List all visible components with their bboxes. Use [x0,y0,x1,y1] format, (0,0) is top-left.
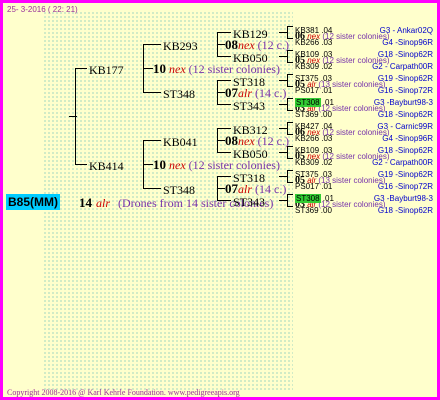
root-race: alr [96,196,111,210]
connector-level4 [287,50,293,51]
connector-level4 [287,122,293,123]
connector-level1-vertical [143,140,144,189]
level3-node: KB129 [233,26,268,42]
level3-id: ST318 [233,75,266,89]
connector-level3 [217,200,231,201]
level4-location-text: G18 -Sinop62R [377,206,433,215]
level1-id: KB414 [89,159,124,173]
date-stamp: 25- 3-2016 ( 22: 21) [7,5,78,14]
connector-level2 [143,140,161,141]
connector-level1 [75,164,87,165]
connector-level3 [217,56,231,57]
level4-number: .00 [318,206,332,215]
connector-level2-vertical [217,32,218,57]
level3-id: KB129 [233,27,268,41]
connector-level1-right [143,164,153,165]
connector-level2-right [217,44,225,45]
connector-level3-right [279,104,287,105]
connector-level3 [217,104,231,105]
level3-node: KB312 [233,122,268,138]
connector-level2-vertical [217,128,218,153]
level3-node: ST318 [233,74,265,90]
level3-id: KB050 [233,51,268,65]
connector-level2-vertical [217,176,218,201]
level2-id: KB293 [163,39,198,53]
root-queen-id[interactable]: B85(MM) [6,194,60,210]
level3-id: KB050 [233,147,268,161]
level3-id: ST343 [233,99,266,113]
level3-node: KB050 [233,146,268,162]
level3-node: ST343 [233,98,265,114]
level2-node: KB041 [163,134,198,150]
level3-id: KB312 [233,123,268,137]
connector-level2-right [217,188,225,189]
connector-level4 [287,170,293,171]
pedigree-frame: 25- 3-2016 ( 22: 21) B85(MM) 14 alr (Dro… [0,0,440,400]
connector-level3-right [279,152,287,153]
connector-level4 [287,110,293,111]
connector-level3 [217,32,231,33]
level4-node: ST369 .00 [295,201,332,217]
copyright: Copyright 2008-2016 @ Karl Kehrle Founda… [7,388,240,397]
connector-level4 [287,38,293,39]
level3-node: KB050 [233,50,268,66]
connector-level2-right [217,92,225,93]
connector-level3-right [279,176,287,177]
connector-level4 [287,86,293,87]
connector-level3 [217,152,231,153]
level1-count: 10 [153,61,166,76]
connector-level3 [217,128,231,129]
level2-id: ST348 [163,87,196,101]
connector-level2-right [217,140,225,141]
connector-level4 [287,134,293,135]
connector-level3-right [279,32,287,33]
level3-node: ST343 [233,194,265,210]
connector-level1-vertical [143,44,144,93]
level3-id: ST318 [233,171,266,185]
connector-level3-right [279,128,287,129]
level2-id: KB041 [163,135,198,149]
level2-node: ST348 [163,182,195,198]
connector-level2 [143,92,161,93]
level1-race: nex [166,62,186,76]
connector-level4 [287,74,293,75]
level2-id: ST348 [163,183,196,197]
connector-level4 [287,146,293,147]
level1-node: KB414 [89,158,124,174]
level2-node: KB293 [163,38,198,54]
connector-level3 [217,176,231,177]
connector-level3 [217,80,231,81]
connector-level1-right [143,68,153,69]
connector-level4 [287,206,293,207]
connector-level3-right [279,56,287,57]
connector-level2 [143,44,161,45]
connector-level3-right [279,200,287,201]
connector-level4 [287,158,293,159]
root-count: 14 [79,195,92,210]
connector-level4 [287,182,293,183]
connector-level4 [287,62,293,63]
level4-id: ST369 [295,206,319,215]
connector-level2 [143,188,161,189]
connector-level4 [287,194,293,195]
level1-count: 10 [153,157,166,172]
connector-root-vertical [75,68,76,165]
level2-node: ST348 [163,86,195,102]
connector-level4 [287,98,293,99]
connector-level4 [287,26,293,27]
connector-level2-vertical [217,80,218,105]
level1-race: nex [166,158,186,172]
connector-level3-right [279,80,287,81]
level1-id: KB177 [89,63,124,77]
level1-node: KB177 [89,62,124,78]
connector-level1 [75,68,87,69]
level3-id: ST343 [233,195,266,209]
level3-node: ST318 [233,170,265,186]
level4-location: G18 -Sinop62R [378,201,433,217]
